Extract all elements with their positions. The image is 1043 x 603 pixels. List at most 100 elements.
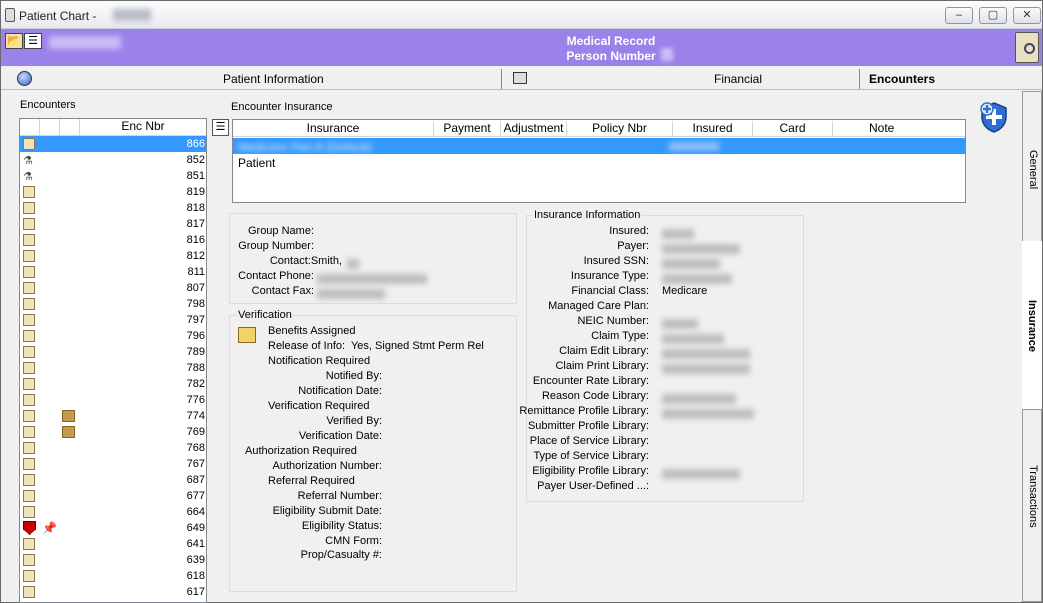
encounter-row[interactable]: 641 bbox=[20, 536, 206, 552]
release-of-info: Release of Info: Yes, Signed Stmt Perm R… bbox=[268, 340, 484, 352]
tab-financial[interactable]: Financial bbox=[714, 69, 762, 90]
encounter-row[interactable]: 769 bbox=[20, 424, 206, 440]
redacted-header-text bbox=[49, 36, 121, 49]
person-number-label: Person Number bbox=[566, 49, 656, 63]
notes-icon[interactable]: ☰ bbox=[212, 119, 229, 136]
add-insurance-shield-icon[interactable] bbox=[979, 101, 1009, 133]
column-adjustment[interactable]: Adjustment bbox=[501, 121, 567, 137]
insurance-info-label: Managed Care Plan: bbox=[548, 300, 649, 312]
encounters-list[interactable]: Enc Nbr 866 ⚗ 852 ⚗ 851 819 818 817 816 812 811 807… bbox=[19, 118, 207, 603]
contact-value: Smith, bbox=[310, 255, 342, 267]
encounter-row[interactable]: 774 bbox=[20, 408, 206, 424]
encounter-number: 818 bbox=[186, 202, 205, 214]
encounter-row[interactable]: ⚗ 852 bbox=[20, 152, 206, 168]
side-tab-general[interactable]: General bbox=[1022, 91, 1042, 241]
side-tab-transactions[interactable]: Transactions bbox=[1022, 409, 1042, 602]
document-icon bbox=[23, 554, 35, 566]
verified-by-label: Verified By: bbox=[326, 415, 382, 427]
insurance-name: Patient bbox=[238, 156, 276, 170]
encounter-row[interactable]: 687 bbox=[20, 472, 206, 488]
encounter-number: 774 bbox=[186, 410, 205, 422]
encounter-row[interactable]: 816 bbox=[20, 232, 206, 248]
encounter-row[interactable]: 788 bbox=[20, 360, 206, 376]
encounter-number: 768 bbox=[186, 442, 205, 454]
encounter-row[interactable]: 618 bbox=[20, 568, 206, 584]
insurance-row[interactable]: Medicare Part A (Default) bbox=[233, 138, 965, 154]
notification-required-label: Notification Required bbox=[268, 355, 371, 367]
encounter-row[interactable]: 817 bbox=[20, 216, 206, 232]
eligibility-submit-date-label: Eligibility Submit Date: bbox=[272, 505, 382, 517]
column-note[interactable]: Note bbox=[833, 121, 965, 137]
insurance-info-label: Insurance Type: bbox=[570, 270, 649, 282]
encounter-row[interactable]: 812 bbox=[20, 248, 206, 264]
encounter-row[interactable]: 797 bbox=[20, 312, 206, 328]
redacted-value bbox=[662, 273, 732, 285]
encounter-number: 782 bbox=[186, 378, 205, 390]
insurance-info-label: Payer User-Defined ...: bbox=[537, 480, 649, 492]
tab-encounters[interactable]: Encounters bbox=[869, 69, 935, 90]
pill-icon: ⚗ bbox=[23, 171, 33, 183]
encounter-row[interactable]: 819 bbox=[20, 184, 206, 200]
insurance-info-label: Encounter Rate Library: bbox=[532, 375, 649, 387]
open-folder-icon[interactable]: 📂 bbox=[5, 33, 23, 49]
encounter-number: 797 bbox=[186, 314, 205, 326]
encounter-row[interactable]: 📌 649 bbox=[20, 520, 206, 536]
box-icon bbox=[62, 410, 75, 422]
encounter-number: 796 bbox=[186, 330, 205, 342]
column-insured[interactable]: Insured bbox=[673, 121, 753, 137]
document-icon bbox=[23, 474, 35, 486]
redacted-value bbox=[662, 228, 694, 240]
encounter-number: 819 bbox=[186, 186, 205, 198]
maximize-button[interactable]: ▢ bbox=[979, 7, 1007, 24]
tab-patient-information[interactable]: Patient Information bbox=[223, 69, 324, 90]
column-insurance[interactable]: Insurance bbox=[233, 121, 434, 137]
document-icon bbox=[23, 330, 35, 342]
insurance-info-label: Insured: bbox=[609, 225, 649, 237]
encounter-row[interactable]: 807 bbox=[20, 280, 206, 296]
encounter-number: 866 bbox=[186, 138, 205, 150]
encounter-row[interactable]: 617 bbox=[20, 584, 206, 600]
chart-clipboard-icon[interactable] bbox=[1015, 32, 1039, 63]
insurance-info-label: Claim Print Library: bbox=[555, 360, 649, 372]
authorization-number-label: Authorization Number: bbox=[272, 460, 382, 472]
encounter-row[interactable]: 866 bbox=[20, 136, 206, 152]
column-card[interactable]: Card bbox=[753, 121, 833, 137]
minimize-button[interactable]: – bbox=[945, 7, 973, 24]
encounter-row[interactable]: 796 bbox=[20, 328, 206, 344]
group-name-label: Group Name: bbox=[247, 225, 314, 237]
insurance-info-label: Claim Type: bbox=[591, 330, 649, 342]
encounter-row[interactable]: ⚗ 851 bbox=[20, 168, 206, 184]
redacted-value bbox=[662, 348, 750, 360]
column-payment[interactable]: Payment bbox=[434, 121, 501, 137]
encounter-row[interactable]: 811 bbox=[20, 264, 206, 280]
notes-icon[interactable]: ☰ bbox=[24, 33, 42, 49]
column-policy-nbr[interactable]: Policy Nbr bbox=[567, 121, 673, 137]
release-of-info-value: Yes, Signed Stmt Perm Rel bbox=[350, 340, 484, 352]
encounter-row[interactable]: 767 bbox=[20, 456, 206, 472]
benefits-assigned-label: Benefits Assigned bbox=[268, 325, 356, 337]
encounter-row[interactable]: 768 bbox=[20, 440, 206, 456]
document-icon bbox=[23, 266, 35, 278]
side-tab-insurance[interactable]: Insurance bbox=[1022, 241, 1042, 409]
encounter-insurance-grid[interactable]: Insurance Payment Adjustment Policy Nbr … bbox=[232, 119, 966, 203]
encounter-number: 618 bbox=[186, 570, 205, 582]
encounter-number: 776 bbox=[186, 394, 205, 406]
encounter-row[interactable]: 664 bbox=[20, 504, 206, 520]
open-folder-icon[interactable] bbox=[238, 327, 256, 343]
encounter-row[interactable]: 818 bbox=[20, 200, 206, 216]
enc-nbr-column-header[interactable]: Enc Nbr bbox=[80, 119, 206, 135]
encounter-row[interactable]: 677 bbox=[20, 488, 206, 504]
encounter-row[interactable]: 782 bbox=[20, 376, 206, 392]
encounter-row[interactable]: 639 bbox=[20, 552, 206, 568]
encounter-row[interactable]: 776 bbox=[20, 392, 206, 408]
document-icon bbox=[23, 138, 35, 150]
close-button[interactable]: ✕ bbox=[1013, 7, 1041, 24]
encounter-row[interactable]: 789 bbox=[20, 344, 206, 360]
encounter-number: 789 bbox=[186, 346, 205, 358]
encounter-row[interactable]: 798 bbox=[20, 296, 206, 312]
contact-label: Contact:Smith, bbox=[269, 255, 342, 267]
insurance-row[interactable]: Patient bbox=[233, 154, 965, 170]
document-icon bbox=[23, 202, 35, 214]
encounter-insurance-label: Encounter Insurance bbox=[231, 101, 333, 113]
insurance-info-value: Medicare bbox=[662, 285, 708, 297]
